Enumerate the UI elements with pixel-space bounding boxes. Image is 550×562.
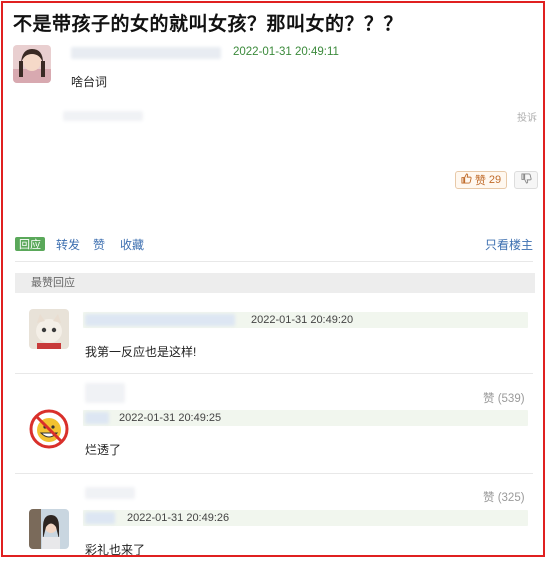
post-body: 啥台词 [71, 75, 108, 89]
only-op-link[interactable]: 只看楼主 [485, 236, 533, 253]
comment-timestamp: 2022-01-31 20:49:26 [127, 512, 230, 524]
comment-quote-blurred [85, 383, 125, 403]
comment-like-count[interactable]: 赞 (539) [483, 390, 525, 406]
comment-quote-blurred [85, 487, 135, 499]
comment-text: 我第一反应也是这样! [85, 345, 197, 359]
divider [15, 473, 533, 474]
comment-like-count[interactable]: 赞 (325) [483, 489, 525, 505]
comment-timestamp: 2022-01-31 20:49:20 [251, 314, 354, 326]
commenter-avatar[interactable] [29, 309, 69, 349]
op-avatar[interactable] [13, 45, 51, 83]
collect-link[interactable]: 收藏 [120, 236, 144, 253]
like-link[interactable]: 赞 [93, 236, 105, 253]
divider [15, 261, 533, 262]
post-meta-blurred [63, 111, 143, 121]
comment-text: 彩礼也来了 [85, 543, 146, 557]
thumbs-up-icon [461, 173, 472, 187]
commenter-name-blurred[interactable] [85, 314, 235, 326]
report-link[interactable]: 投诉 [517, 109, 537, 124]
divider [15, 373, 533, 374]
screenshot-frame: 不是带孩子的女的就叫女孩？那叫女的？？？ 2022-01-31 20:49:11… [1, 1, 545, 557]
commenter-name-blurred[interactable] [85, 412, 109, 424]
like-button[interactable]: 赞 29 [455, 171, 507, 189]
like-label: 赞 [474, 175, 486, 187]
post-timestamp: 2022-01-31 20:49:11 [233, 46, 339, 58]
comment-timestamp: 2022-01-31 20:49:25 [119, 412, 222, 424]
repost-link[interactable]: 转发 [56, 236, 80, 253]
reply-button[interactable]: 回应 [15, 237, 45, 251]
top-replies-header: 最赞回应 [15, 273, 535, 293]
like-count: 29 [488, 174, 502, 186]
commenter-name-blurred[interactable] [85, 512, 115, 524]
dislike-button[interactable] [514, 171, 538, 189]
post-title: 不是带孩子的女的就叫女孩？那叫女的？？？ [13, 14, 404, 35]
comment-text: 烂透了 [85, 443, 122, 457]
thumbs-down-icon [520, 171, 532, 189]
commenter-avatar[interactable] [29, 509, 69, 549]
commenter-avatar[interactable] [29, 409, 69, 449]
op-username-blurred[interactable] [71, 47, 221, 59]
